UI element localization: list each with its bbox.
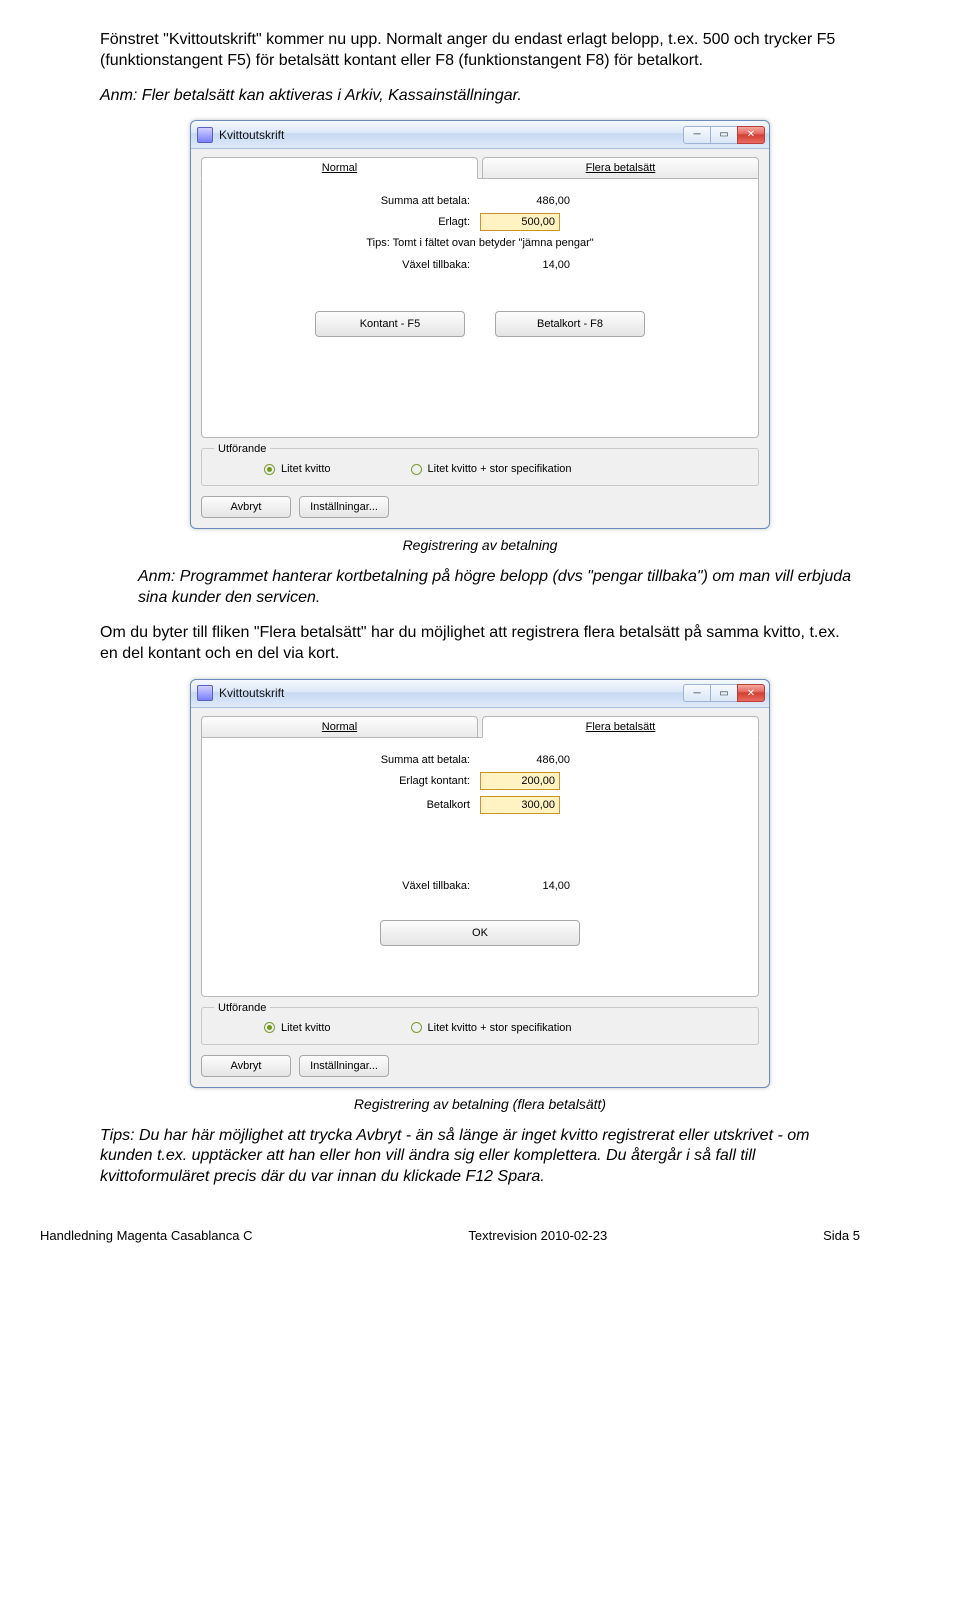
erlagt-input[interactable] bbox=[480, 213, 560, 231]
radio-icon bbox=[264, 1022, 275, 1033]
window-title: Kvittoutskrift bbox=[219, 686, 684, 700]
utforande-legend: Utförande bbox=[214, 443, 270, 455]
tab-flera-betalsatt[interactable]: Flera betalsätt bbox=[482, 716, 759, 738]
radio-icon bbox=[411, 464, 422, 475]
titlebar: Kvittoutskrift ─ ▭ ✕ bbox=[191, 680, 769, 708]
close-button[interactable]: ✕ bbox=[737, 684, 765, 702]
maximize-button[interactable]: ▭ bbox=[710, 126, 738, 144]
installningar-button[interactable]: Inställningar... bbox=[299, 496, 389, 518]
value-summa-att-betala: 486,00 bbox=[480, 195, 570, 207]
label-vaxel-tillbaka: Växel tillbaka: bbox=[220, 259, 480, 271]
window-title: Kvittoutskrift bbox=[219, 128, 684, 142]
maximize-button[interactable]: ▭ bbox=[710, 684, 738, 702]
betalkort-input[interactable] bbox=[480, 796, 560, 814]
radio-icon bbox=[411, 1022, 422, 1033]
label-erlagt-kontant: Erlagt kontant: bbox=[220, 775, 480, 787]
figure-caption: Registrering av betalning bbox=[100, 537, 860, 553]
page-footer: Handledning Magenta Casablanca C Textrev… bbox=[0, 1222, 960, 1263]
radio-litet-kvitto[interactable]: Litet kvitto bbox=[264, 463, 331, 475]
app-icon bbox=[197, 127, 213, 143]
label-summa-att-betala: Summa att betala: bbox=[220, 754, 480, 766]
radio-litet-kvitto-stor-spec[interactable]: Litet kvitto + stor specifikation bbox=[411, 1022, 572, 1034]
paragraph: Fönstret "Kvittoutskrift" kommer nu upp.… bbox=[100, 30, 860, 72]
tab-normal[interactable]: Normal bbox=[201, 716, 478, 738]
titlebar: Kvittoutskrift ─ ▭ ✕ bbox=[191, 121, 769, 149]
utforande-group: Utförande Litet kvitto Litet kvitto + st… bbox=[201, 448, 759, 486]
radio-litet-kvitto-stor-spec[interactable]: Litet kvitto + stor specifikation bbox=[411, 463, 572, 475]
tab-flera-betalsatt[interactable]: Flera betalsätt bbox=[482, 157, 759, 179]
footer-mid: Textrevision 2010-02-23 bbox=[468, 1228, 607, 1243]
tips-text: Tips: Tomt i fältet ovan betyder "jämna … bbox=[220, 237, 740, 249]
radio-label: Litet kvitto bbox=[281, 1022, 331, 1034]
radio-label: Litet kvitto + stor specifikation bbox=[428, 463, 572, 475]
label-betalkort: Betalkort bbox=[220, 799, 480, 811]
paragraph-note: Anm: Fler betalsätt kan aktiveras i Arki… bbox=[100, 86, 860, 107]
value-summa-att-betala: 486,00 bbox=[480, 754, 570, 766]
app-icon bbox=[197, 685, 213, 701]
betalkort-f8-button[interactable]: Betalkort - F8 bbox=[495, 311, 645, 337]
paragraph-tips: Tips: Du har här möjlighet att trycka Av… bbox=[100, 1126, 860, 1188]
value-vaxel-tillbaka: 14,00 bbox=[480, 880, 570, 892]
utforande-legend: Utförande bbox=[214, 1002, 270, 1014]
footer-left: Handledning Magenta Casablanca C bbox=[40, 1228, 252, 1243]
value-vaxel-tillbaka: 14,00 bbox=[480, 259, 570, 271]
tab-normal[interactable]: Normal bbox=[201, 157, 478, 179]
utforande-group: Utförande Litet kvitto Litet kvitto + st… bbox=[201, 1007, 759, 1045]
radio-litet-kvitto[interactable]: Litet kvitto bbox=[264, 1022, 331, 1034]
radio-label: Litet kvitto bbox=[281, 463, 331, 475]
kvittoutskrift-window-flera: Kvittoutskrift ─ ▭ ✕ Normal Flera betals… bbox=[190, 679, 770, 1088]
label-erlagt: Erlagt: bbox=[220, 216, 480, 228]
avbryt-button[interactable]: Avbryt bbox=[201, 1055, 291, 1077]
label-vaxel-tillbaka: Växel tillbaka: bbox=[220, 880, 480, 892]
minimize-button[interactable]: ─ bbox=[683, 684, 711, 702]
figure-caption: Registrering av betalning (flera betalsä… bbox=[100, 1096, 860, 1112]
installningar-button[interactable]: Inställningar... bbox=[299, 1055, 389, 1077]
label-summa-att-betala: Summa att betala: bbox=[220, 195, 480, 207]
erlagt-kontant-input[interactable] bbox=[480, 772, 560, 790]
kontant-f5-button[interactable]: Kontant - F5 bbox=[315, 311, 465, 337]
paragraph: Om du byter till fliken "Flera betalsätt… bbox=[100, 623, 860, 665]
avbryt-button[interactable]: Avbryt bbox=[201, 496, 291, 518]
radio-label: Litet kvitto + stor specifikation bbox=[428, 1022, 572, 1034]
radio-icon bbox=[264, 464, 275, 475]
close-button[interactable]: ✕ bbox=[737, 126, 765, 144]
paragraph-note: Anm: Programmet hanterar kortbetalning p… bbox=[138, 567, 860, 609]
kvittoutskrift-window-normal: Kvittoutskrift ─ ▭ ✕ Normal Flera betals… bbox=[190, 120, 770, 529]
ok-button[interactable]: OK bbox=[380, 920, 580, 946]
minimize-button[interactable]: ─ bbox=[683, 126, 711, 144]
footer-right: Sida 5 bbox=[823, 1228, 860, 1243]
